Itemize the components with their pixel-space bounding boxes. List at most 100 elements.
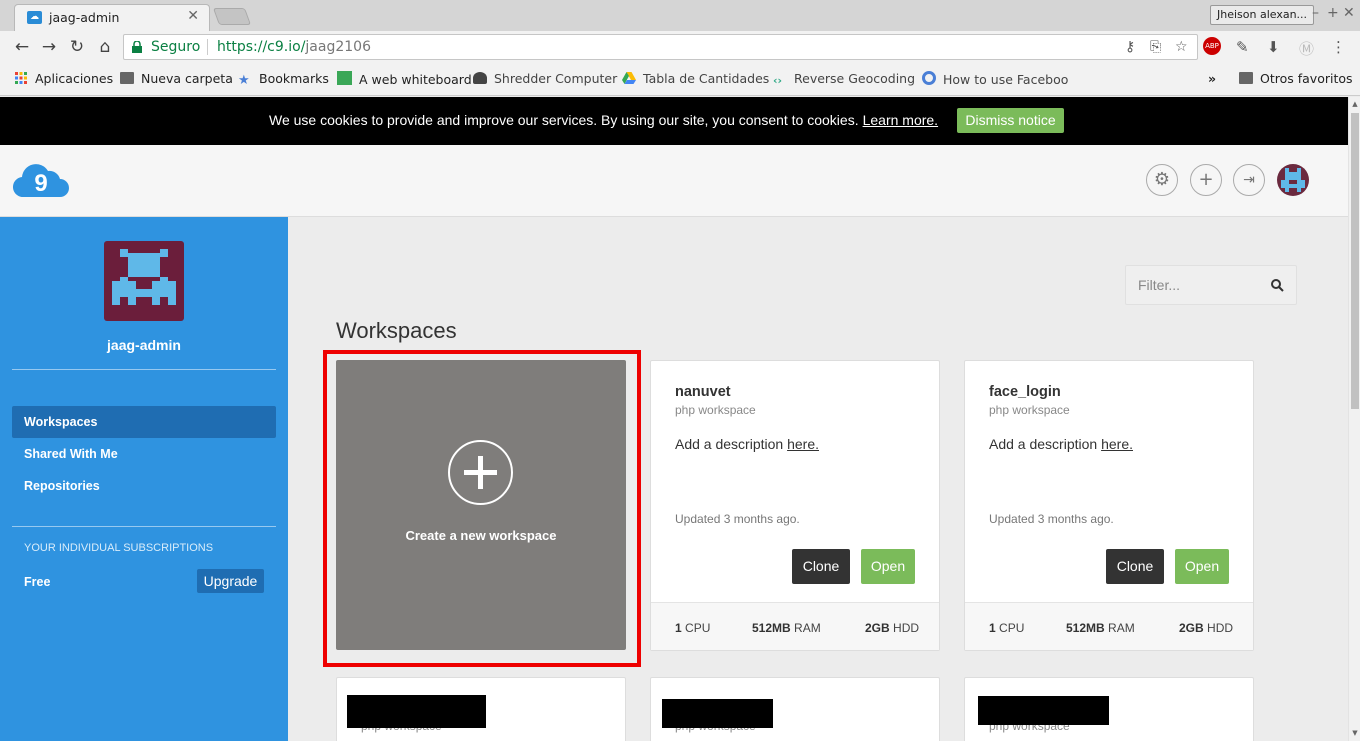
download-icon[interactable]: ⬇ <box>1267 38 1280 56</box>
sidebar-item-shared-with-me[interactable]: Shared With Me <box>12 438 276 470</box>
browser-tab[interactable]: ☁ jaag-admin ✕ <box>14 4 210 31</box>
new-tab-button[interactable] <box>212 8 252 25</box>
profile-button[interactable]: Jheison alexan... <box>1210 5 1315 25</box>
redaction-box <box>978 696 1109 725</box>
hdd-value: 2GB <box>865 621 890 635</box>
other-bookmarks-label: Otros favoritos <box>1260 71 1353 86</box>
cloud9-favicon-icon: ☁ <box>27 11 42 24</box>
logout-icon[interactable]: ⇥ <box>1233 164 1265 196</box>
add-plus-icon[interactable]: + <box>1190 164 1222 196</box>
cookie-notice: We use cookies to provide and improve ou… <box>0 97 1348 145</box>
workspace-description: Add a description here. <box>989 436 1133 452</box>
home-icon[interactable]: ⌂ <box>95 37 115 57</box>
sidebar-item-repositories[interactable]: Repositories <box>12 470 276 502</box>
bookmark-geocoding[interactable]: ‹› Reverse Geocoding <box>773 71 916 87</box>
cloud9-logo-icon[interactable]: 9 <box>12 161 70 199</box>
add-description-link[interactable]: here. <box>1101 436 1133 452</box>
scrollbar-thumb[interactable] <box>1351 113 1359 409</box>
other-bookmarks[interactable]: Otros favoritos <box>1239 71 1353 86</box>
shredder-icon <box>473 72 487 84</box>
upgrade-button[interactable]: Upgrade <box>197 569 264 593</box>
bookmark-star[interactable]: ★ Bookmarks <box>238 71 329 88</box>
minimize-icon[interactable]: – <box>1312 5 1319 21</box>
workspace-card[interactable]: face_login php workspace Add a descripti… <box>964 360 1254 651</box>
avatar-identicon <box>1281 168 1305 192</box>
bookmark-label: Shredder Computer <box>494 71 618 86</box>
ram-unit: RAM <box>1108 621 1135 635</box>
bookmark-folder[interactable]: Nueva carpeta <box>120 71 233 86</box>
workspace-description: Add a description here. <box>675 436 819 452</box>
clone-button[interactable]: Clone <box>792 549 850 584</box>
settings-gear-icon[interactable]: ⚙ <box>1146 164 1178 196</box>
bookmark-label: Nueva carpeta <box>141 71 233 86</box>
url-text: https://c9.io/jaag2106 <box>217 39 371 55</box>
bookmark-drive[interactable]: Tabla de Cantidades <box>622 71 769 86</box>
ram-unit: RAM <box>794 621 821 635</box>
bookmark-shredder[interactable]: Shredder Computer <box>473 71 617 86</box>
workspace-name[interactable]: face_login <box>989 384 1061 400</box>
translate-icon[interactable]: ⎘ <box>1150 39 1161 55</box>
chrome-menu-icon[interactable]: ⋮ <box>1331 38 1346 56</box>
bookmark-label: A web whiteboard <box>359 72 472 87</box>
plan-name: Free <box>24 575 51 589</box>
bookmark-facebook[interactable]: How to use Faceboo <box>922 71 1068 87</box>
key-icon[interactable]: ⚷ <box>1125 39 1135 55</box>
avatar-identicon <box>112 249 176 305</box>
tab-title: jaag-admin <box>49 10 120 25</box>
workspace-type: php workspace <box>675 403 756 417</box>
clone-button[interactable]: Clone <box>1106 549 1164 584</box>
browser-tab-strip: ☁ jaag-admin ✕ Jheison alexan... – + ✕ <box>0 0 1360 31</box>
workspace-card[interactable]: php workspace <box>336 677 626 741</box>
address-bar[interactable]: Seguro https://c9.io/jaag2106 ⚷ ⎘ ☆ <box>123 34 1198 60</box>
search-icon[interactable] <box>1271 279 1284 292</box>
user-avatar[interactable] <box>1277 164 1309 196</box>
cpu-value: 1 <box>989 621 996 635</box>
browser-toolbar: ← → ↻ ⌂ Seguro https://c9.io/jaag2106 ⚷ … <box>0 31 1360 63</box>
workspace-specs: 1 CPU 512MB RAM 2GB HDD <box>651 602 939 650</box>
learn-more-link[interactable]: Learn more. <box>863 112 938 128</box>
scroll-up-icon[interactable]: ▲ <box>1351 100 1359 108</box>
eyedropper-extension-icon[interactable]: ✎ <box>1236 38 1249 56</box>
bookmark-whiteboard[interactable]: A web whiteboard <box>337 71 472 87</box>
cpu-spec: 1 CPU <box>989 621 1024 635</box>
globe-icon <box>922 71 936 85</box>
cpu-spec: 1 CPU <box>675 621 710 635</box>
code-icon: ‹› <box>773 74 783 87</box>
page-scrollbar[interactable]: ▲ ▼ <box>1348 97 1360 741</box>
bookmark-star-icon[interactable]: ☆ <box>1175 39 1188 55</box>
redaction-box <box>347 695 486 728</box>
filter-input[interactable] <box>1138 277 1258 293</box>
adblock-icon[interactable]: ABP <box>1203 37 1221 55</box>
secure-label: Seguro <box>151 39 201 55</box>
plus-icon <box>448 440 513 505</box>
url-path: jaag2106 <box>305 39 371 55</box>
forward-icon[interactable]: → <box>39 37 59 57</box>
updated-timestamp: Updated 3 months ago. <box>989 512 1114 526</box>
ram-value: 512MB <box>1066 621 1105 635</box>
tab-close-icon[interactable]: ✕ <box>187 8 199 24</box>
redaction-box <box>662 699 773 728</box>
back-icon[interactable]: ← <box>12 37 32 57</box>
sidebar-item-workspaces[interactable]: Workspaces <box>12 406 276 438</box>
bookmarks-overflow-button[interactable]: » <box>1208 71 1216 86</box>
workspace-card[interactable]: php workspace <box>650 677 940 741</box>
ram-value: 512MB <box>752 621 791 635</box>
cookie-message: We use cookies to provide and improve ou… <box>269 112 938 128</box>
open-button[interactable]: Open <box>861 549 915 584</box>
bookmark-apps[interactable]: Aplicaciones <box>14 71 113 86</box>
scroll-down-icon[interactable]: ▼ <box>1351 729 1359 737</box>
bookmark-label: Reverse Geocoding <box>794 71 916 86</box>
workspace-card[interactable]: nanuvet php workspace Add a description … <box>650 360 940 651</box>
workspace-card[interactable]: php workspace <box>964 677 1254 741</box>
open-button[interactable]: Open <box>1175 549 1229 584</box>
add-description-link[interactable]: here. <box>787 436 819 452</box>
window-close-icon[interactable]: ✕ <box>1343 5 1355 21</box>
extension-m-icon[interactable]: Ⓜ <box>1299 38 1314 59</box>
dismiss-notice-button[interactable]: Dismiss notice <box>957 108 1064 133</box>
reload-icon[interactable]: ↻ <box>67 37 87 57</box>
cookie-text: We use cookies to provide and improve ou… <box>269 112 859 128</box>
maximize-icon[interactable]: + <box>1327 5 1339 21</box>
workspace-name[interactable]: nanuvet <box>675 384 731 400</box>
profile-avatar[interactable] <box>104 241 184 321</box>
create-workspace-card[interactable]: Create a new workspace <box>336 360 626 650</box>
